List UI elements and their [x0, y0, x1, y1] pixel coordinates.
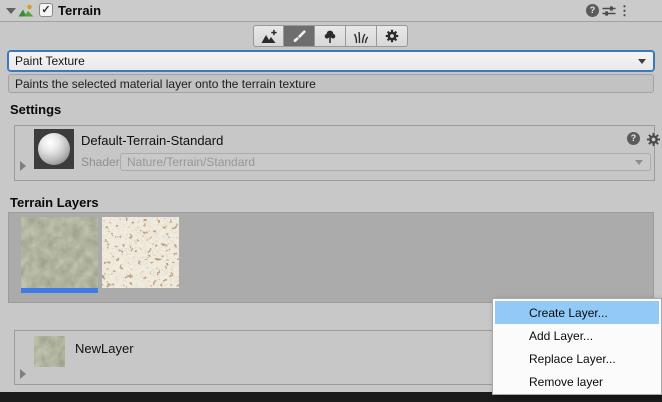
material-sphere-thumbnail	[38, 133, 70, 165]
tool-terrain-settings-button[interactable]	[377, 25, 408, 47]
material-preview[interactable]	[34, 129, 74, 169]
material-foldout-icon[interactable]	[20, 161, 26, 171]
gear-icon	[384, 29, 400, 44]
tool-description-text: Paints the selected material layer onto …	[9, 77, 316, 91]
help-icon[interactable]: ?	[586, 4, 599, 17]
tool-create-neighbor-terrains-button[interactable]	[253, 25, 284, 47]
grass-icon	[353, 29, 369, 44]
tool-paint-trees-button[interactable]	[315, 25, 346, 47]
tool-description-box: Paints the selected material layer onto …	[8, 74, 654, 93]
material-editor-box: Default-Terrain-Standard Shader Nature/T…	[14, 125, 655, 181]
new-layer-name: NewLayer	[75, 341, 134, 356]
shader-dropdown-value: Nature/Terrain/Standard	[121, 155, 635, 169]
new-layer-thumbnail[interactable]	[34, 336, 65, 367]
checkmark-icon: ✓	[41, 5, 50, 16]
settings-heading: Settings	[10, 102, 61, 117]
terrain-inspector: ✓ Terrain ? ⋮	[0, 0, 662, 402]
paint-tool-dropdown-value: Paint Texture	[9, 54, 638, 68]
kebab-menu-icon[interactable]: ⋮	[618, 4, 631, 17]
menu-item-create-layer[interactable]: Create Layer...	[495, 301, 659, 324]
terrain-layer-grid[interactable]	[8, 212, 654, 303]
menu-item-remove-layer[interactable]: Remove layer	[495, 370, 659, 393]
chevron-down-icon	[638, 59, 646, 64]
mountain-plus-icon	[261, 29, 277, 44]
terrain-tool-toolbar	[253, 25, 408, 47]
terrain-component-icon	[18, 3, 34, 19]
layer-context-menu: Create Layer... Add Layer... Replace Lay…	[492, 298, 662, 395]
new-layer-foldout-icon[interactable]	[20, 369, 26, 379]
component-header: ✓ Terrain ? ⋮	[0, 0, 662, 22]
tree-icon	[322, 29, 338, 44]
material-name: Default-Terrain-Standard	[81, 133, 223, 148]
menu-item-replace-layer[interactable]: Replace Layer...	[495, 347, 659, 370]
tool-paint-terrain-button[interactable]	[284, 25, 315, 47]
tool-paint-details-button[interactable]	[346, 25, 377, 47]
terrain-layers-heading: Terrain Layers	[10, 195, 99, 210]
foldout-expand-icon[interactable]	[6, 8, 16, 14]
chevron-down-icon	[635, 160, 643, 165]
component-title: Terrain	[58, 3, 101, 18]
paint-tool-dropdown[interactable]: Paint Texture	[8, 51, 654, 71]
component-enabled-checkbox[interactable]: ✓	[39, 3, 53, 17]
shader-dropdown[interactable]: Nature/Terrain/Standard	[120, 153, 651, 171]
terrain-layer-thumbnail-grass[interactable]	[21, 217, 98, 288]
presets-icon[interactable]	[602, 5, 616, 17]
material-gear-icon[interactable]	[646, 132, 661, 147]
paintbrush-icon	[291, 29, 307, 44]
menu-item-add-layer[interactable]: Add Layer...	[495, 324, 659, 347]
material-help-icon[interactable]: ?	[627, 132, 640, 145]
selected-layer-underline	[21, 288, 98, 293]
terrain-layer-thumbnail-speckled[interactable]	[102, 217, 179, 288]
shader-label: Shader	[81, 155, 120, 169]
